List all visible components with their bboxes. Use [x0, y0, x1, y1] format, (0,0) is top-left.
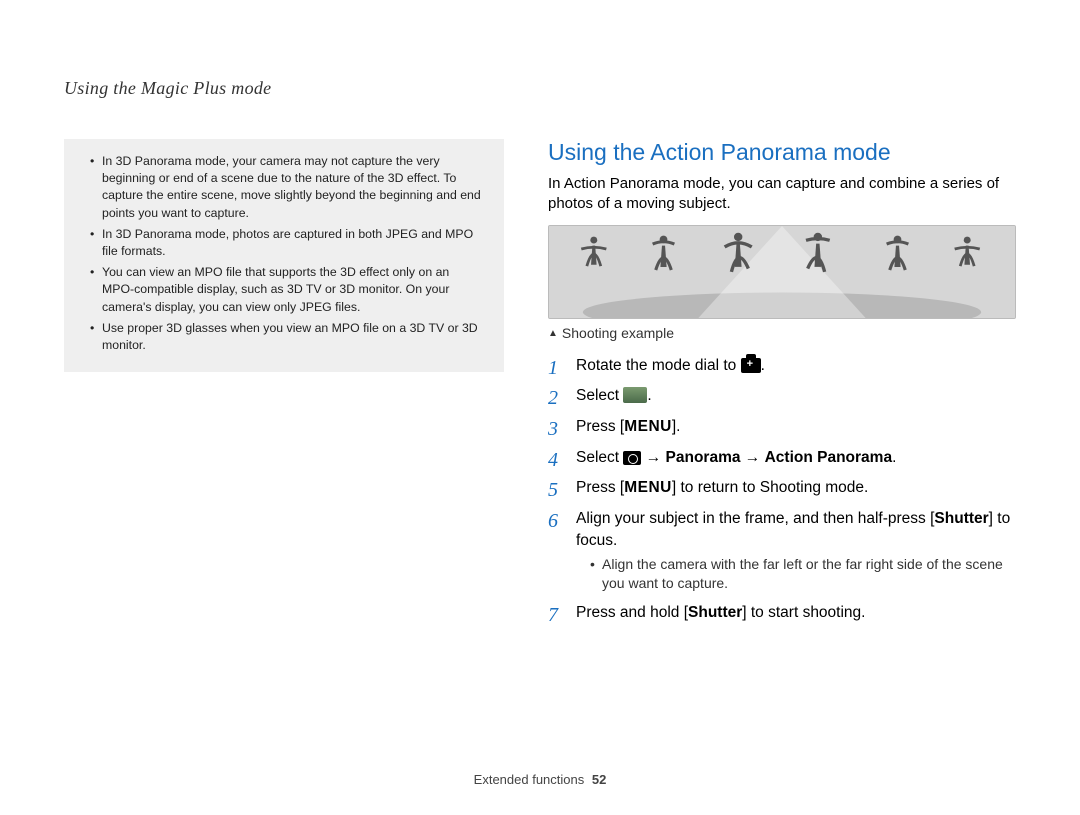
mode-dial-icon: [741, 358, 761, 373]
scene-icon: [623, 387, 647, 403]
note-item: You can view an MPO file that supports t…: [90, 264, 482, 316]
shooting-example-image: [548, 225, 1016, 319]
right-column: Using the Action Panorama mode In Action…: [548, 139, 1018, 633]
menu-button-label: MENU: [624, 479, 672, 496]
step-2: 2 Select .: [548, 385, 1018, 407]
note-box: In 3D Panorama mode, your camera may not…: [64, 139, 504, 372]
left-column: In 3D Panorama mode, your camera may not…: [64, 139, 504, 633]
steps-list: 1 Rotate the mode dial to . 2 Select . 3…: [548, 355, 1018, 624]
example-caption: ▲Shooting example: [548, 325, 1018, 341]
menu-button-label: MENU: [624, 418, 672, 435]
step-1: 1 Rotate the mode dial to .: [548, 355, 1018, 377]
step-6-sub: Align the camera with the far left or th…: [590, 555, 1018, 593]
step-6: 6 Align your subject in the frame, and t…: [548, 508, 1018, 593]
page-number: 52: [592, 772, 606, 787]
step-7: 7 Press and hold [Shutter] to start shoo…: [548, 602, 1018, 624]
step-3: 3 Press [MENU].: [548, 416, 1018, 438]
page-footer: Extended functions 52: [0, 772, 1080, 787]
step-4: 4 Select → Panorama → Action Panorama.: [548, 447, 1018, 469]
step-5: 5 Press [MENU] to return to Shooting mod…: [548, 477, 1018, 499]
footer-section: Extended functions: [474, 772, 585, 787]
camera-icon: [623, 451, 641, 465]
note-item: Use proper 3D glasses when you view an M…: [90, 320, 482, 354]
note-item: In 3D Panorama mode, photos are captured…: [90, 226, 482, 260]
running-head: Using the Magic Plus mode: [64, 78, 1020, 99]
intro-text: In Action Panorama mode, you can capture…: [548, 174, 1018, 215]
note-item: In 3D Panorama mode, your camera may not…: [90, 153, 482, 222]
section-title: Using the Action Panorama mode: [548, 139, 1018, 166]
